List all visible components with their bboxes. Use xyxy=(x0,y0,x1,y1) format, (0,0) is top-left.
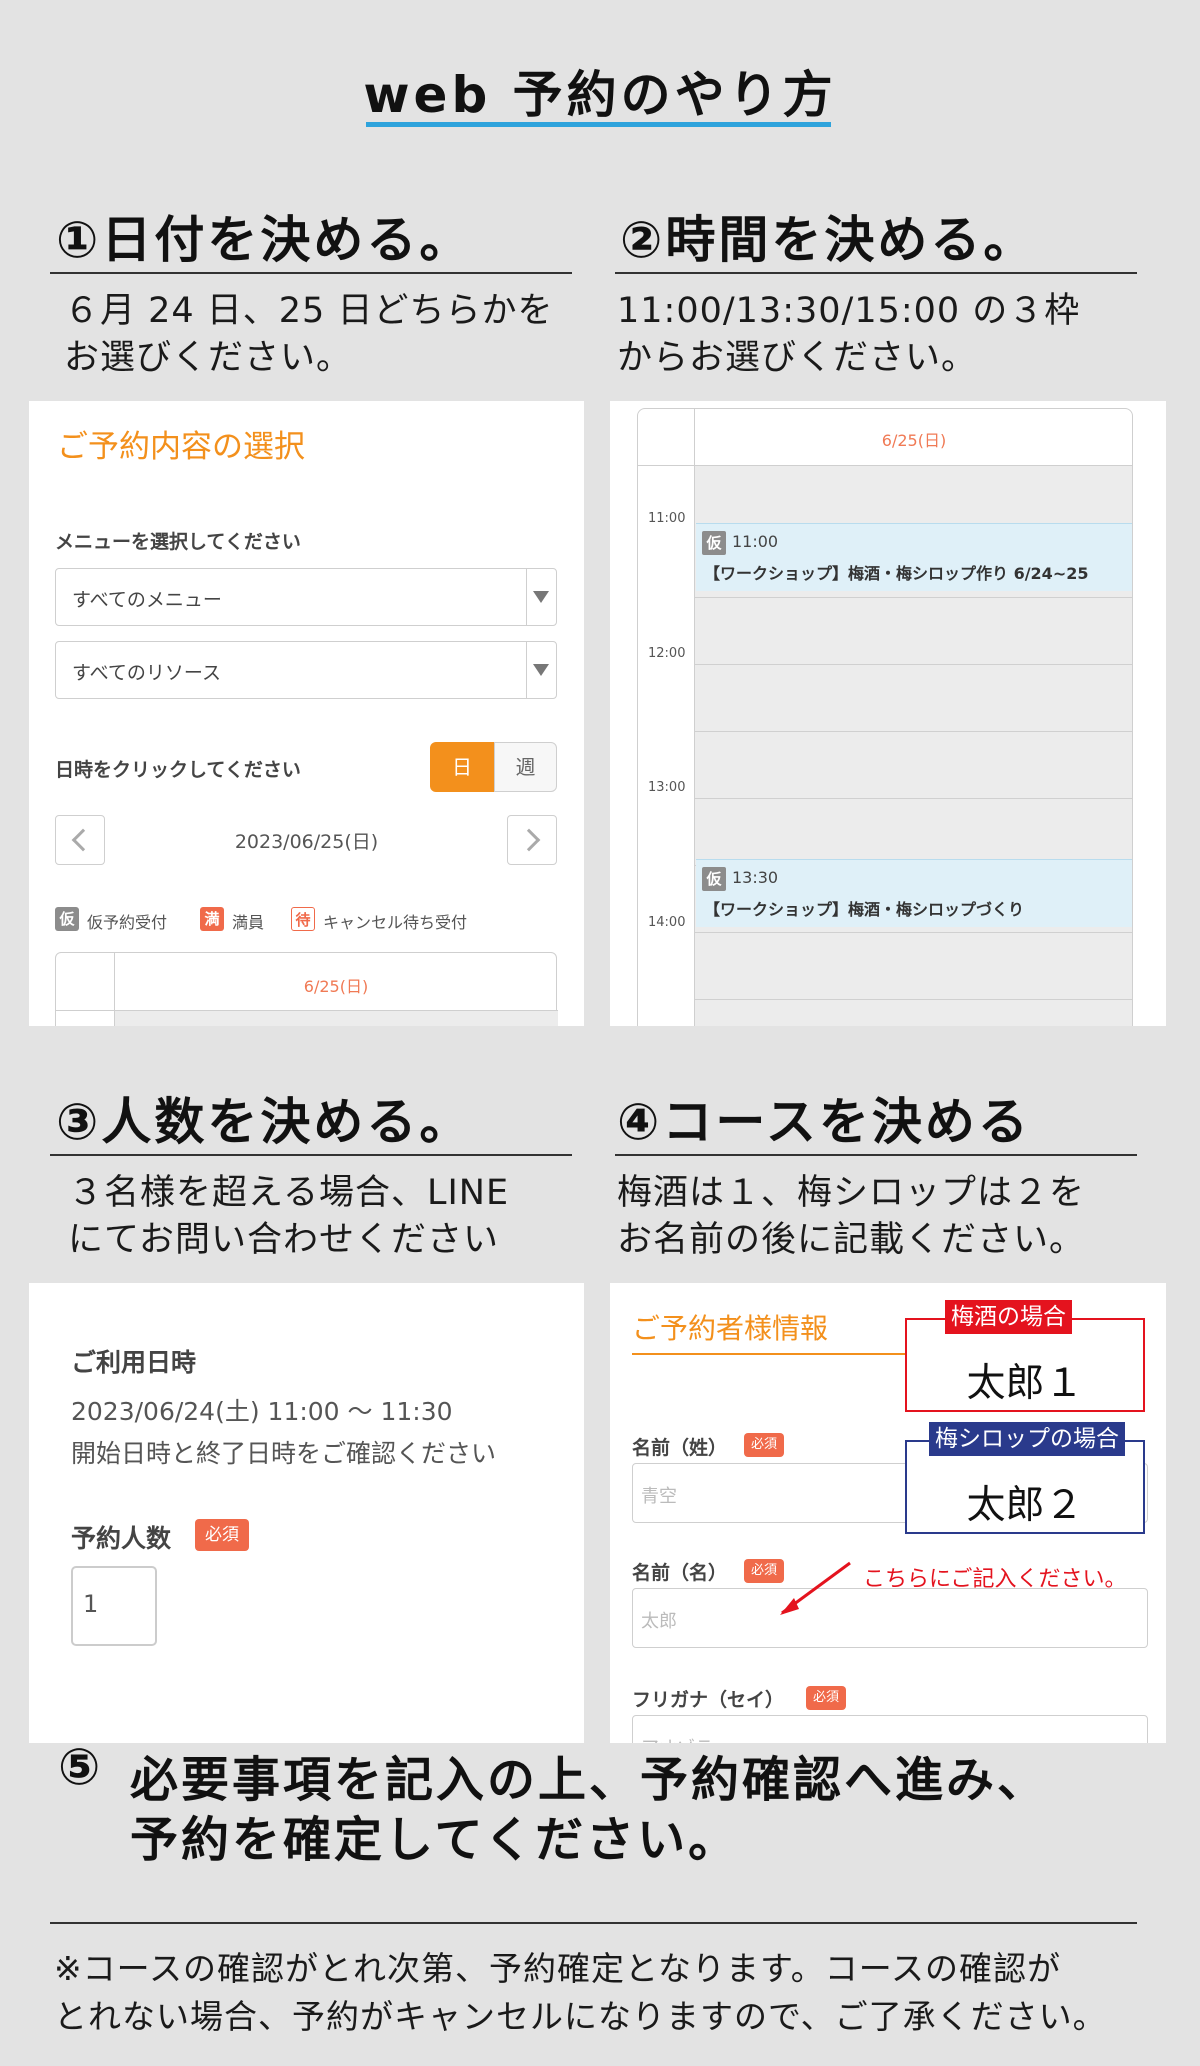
dropdown-arrow-icon xyxy=(533,664,549,676)
party-size-label: 予約人数 xyxy=(71,1524,172,1553)
menu-select-value: すべてのメニュー xyxy=(72,589,222,611)
chevron-right-icon xyxy=(517,828,541,852)
event-time: 13:30 xyxy=(732,868,779,887)
step2-description: 11:00/13:30/15:00 の３枠 からお選びください。 xyxy=(617,291,1081,378)
calendar-date-header: 6/25(日) xyxy=(881,431,947,450)
step3-heading: ③人数を決める。 xyxy=(56,1093,473,1151)
reservation-content-title: ご予約内容の選択 xyxy=(57,429,305,465)
party-size-input[interactable]: 1 xyxy=(71,1566,157,1646)
step3-rule xyxy=(50,1154,572,1156)
footer-note-line2: とれない場合、予約がキャンセルになりますので、ご了承ください。 xyxy=(54,1997,1107,2036)
resource-select-value: すべてのリソース xyxy=(72,662,221,684)
usage-datetime-value: 2023/06/24(土) 11:00 〜 11:30 xyxy=(71,1397,453,1426)
usage-datetime-label: ご利用日時 xyxy=(71,1348,197,1377)
next-date-button[interactable] xyxy=(507,815,557,865)
page-title: web 予約のやり方 xyxy=(363,66,837,124)
step4-description: 梅酒は１、梅シロップは２を お名前の後に記載ください。 xyxy=(617,1173,1086,1260)
step2-heading: ②時間を決める。 xyxy=(620,211,1037,269)
event-slot-1100[interactable]: 仮 11:00 【ワークショップ】梅酒・梅シロップ作り 6/24~25 xyxy=(696,523,1132,591)
required-badge: 必須 xyxy=(195,1519,249,1551)
temp-reservation-badge: 仮 xyxy=(55,907,79,931)
title-underline xyxy=(366,122,831,127)
calendar-preview: 6/25(日) xyxy=(55,952,558,1026)
step5-number: ⑤ xyxy=(58,1738,101,1796)
screenshot-time-selection: 6/25(日) 11:00 12:00 13:00 14:00 仮 11:00 … xyxy=(610,401,1166,1026)
menu-select-label: メニューを選択してください xyxy=(55,531,301,553)
dropdown-arrow-icon xyxy=(533,591,549,603)
day-calendar: 6/25(日) 11:00 12:00 13:00 14:00 仮 11:00 … xyxy=(637,408,1133,1026)
usage-datetime-note: 開始日時と終了日時をご確認ください xyxy=(71,1439,497,1468)
waitlist-label: キャンセル待ち受付 xyxy=(323,913,468,932)
temp-reservation-badge: 仮 xyxy=(702,867,726,891)
temp-reservation-badge: 仮 xyxy=(702,531,726,555)
step2-rule xyxy=(615,272,1137,274)
time-label: 14:00 xyxy=(648,915,686,930)
datetime-click-label: 日時をクリックしてください xyxy=(55,759,301,781)
resource-select[interactable]: すべてのリソース xyxy=(55,641,557,699)
step4-rule xyxy=(615,1154,1137,1156)
step1-description: ６月 24 日、25 日どちらかを お選びください。 xyxy=(64,291,554,378)
step5-heading-line2: 予約を確定してください。 xyxy=(130,1812,740,1868)
time-label: 13:00 xyxy=(648,780,686,795)
full-label: 満員 xyxy=(232,913,265,932)
event-title: 【ワークショップ】梅酒・梅シロップ作り 6/24~25 xyxy=(704,564,1089,583)
step1-heading: ①日付を決める。 xyxy=(56,211,473,269)
full-badge: 満 xyxy=(200,907,224,931)
event-title: 【ワークショップ】梅酒・梅シロップづくり xyxy=(704,900,1025,919)
time-label: 11:00 xyxy=(648,511,686,526)
event-slot-1330[interactable]: 仮 13:30 【ワークショップ】梅酒・梅シロップづくり xyxy=(696,859,1132,927)
step1-rule xyxy=(50,272,572,274)
step5-rule xyxy=(50,1922,1137,1924)
screenshot-booker-info: ご予約者様情報 名前（姓） 必須 青空 名前（名） 必須 太郎 フリガナ（セイ）… xyxy=(610,1283,1166,1743)
footer-note-line1: ※コースの確認がとれ次第、予約確定となります。コースの確認が xyxy=(54,1949,1062,1988)
step3-description: ３名様を超える場合、LINE にてお問い合わせください xyxy=(68,1173,510,1260)
time-label: 12:00 xyxy=(648,646,686,661)
temp-reservation-label: 仮予約受付 xyxy=(87,913,168,932)
menu-select[interactable]: すべてのメニュー xyxy=(55,568,557,626)
screenshot-party-size: ご利用日時 2023/06/24(土) 11:00 〜 11:30 開始日時と終… xyxy=(29,1283,584,1743)
pointer-arrow-icon xyxy=(780,1561,851,1615)
view-week-toggle[interactable]: 週 xyxy=(494,742,557,792)
event-time: 11:00 xyxy=(732,532,779,551)
waitlist-badge: 待 xyxy=(291,907,315,931)
current-date: 2023/06/25(日) xyxy=(234,831,379,853)
view-day-toggle[interactable]: 日 xyxy=(430,742,494,792)
calendar-date-header: 6/25(日) xyxy=(303,977,369,996)
screenshot-date-selection: ご予約内容の選択 メニューを選択してください すべてのメニュー すべてのリソース… xyxy=(29,401,584,1026)
step4-heading: ④コースを決める xyxy=(617,1093,1031,1151)
